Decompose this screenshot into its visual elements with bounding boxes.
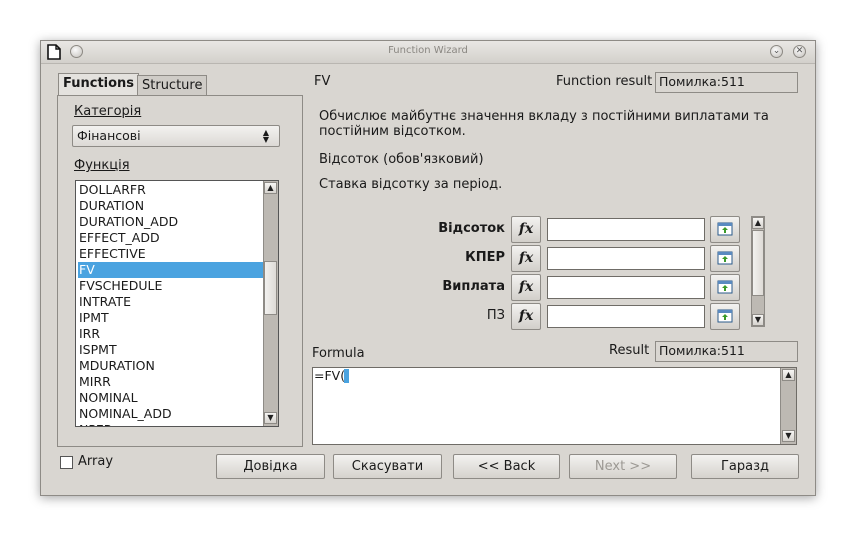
minimize-button[interactable]: ⌄	[770, 45, 783, 58]
fx-button[interactable]: fx	[511, 274, 541, 301]
function-list-item[interactable]: INTRATE	[78, 294, 263, 310]
cursor-highlight	[344, 369, 349, 383]
category-value: Фінансові	[77, 128, 141, 143]
formula-scroll-down-arrow[interactable]: ▼	[782, 430, 795, 442]
function-list-item[interactable]: IRR	[78, 326, 263, 342]
function-list-item[interactable]: DURATION	[78, 198, 263, 214]
fx-button[interactable]: fx	[511, 303, 541, 330]
array-label: Array	[78, 454, 114, 469]
formula-editor[interactable]: =FV() ▲ ▼	[312, 367, 797, 445]
function-list-item[interactable]: DOLLARFR	[78, 182, 263, 198]
tab-functions[interactable]: Functions	[58, 73, 140, 96]
spin-arrows-icon: ▲ ▼	[262, 128, 270, 144]
chevron-down-icon: ⌄	[772, 46, 781, 56]
function-list-scrollbar[interactable]: ▲ ▼	[263, 181, 278, 426]
function-name: FV	[314, 74, 331, 89]
formula-scroll-up-arrow[interactable]: ▲	[782, 369, 795, 381]
title-bar: Function Wizard ⌄ ✕	[41, 41, 815, 64]
params-scroll-down-arrow[interactable]: ▼	[752, 314, 764, 326]
functions-panel: Категорія Фінансові ▲ ▼ Функція DOLLARFR D…	[57, 95, 303, 447]
function-list-item[interactable]: IPMT	[78, 310, 263, 326]
param-label: ПЗ	[486, 308, 505, 323]
shrink-button[interactable]	[710, 216, 740, 243]
window-title: Function Wizard	[388, 45, 468, 56]
function-list-item[interactable]: EFFECTIVE	[78, 246, 263, 262]
cancel-button[interactable]: Скасувати	[333, 454, 442, 479]
function-label: Функція	[74, 158, 130, 173]
scroll-up-arrow[interactable]: ▲	[264, 182, 277, 194]
shrink-icon	[717, 280, 733, 298]
function-list-item[interactable]: FVSCHEDULE	[78, 278, 263, 294]
param-input[interactable]	[547, 247, 705, 270]
function-list-item[interactable]: ISPMT	[78, 342, 263, 358]
function-list-item[interactable]: FV	[78, 262, 263, 278]
param-label: Відсоток	[438, 221, 505, 236]
param-input[interactable]	[547, 305, 705, 328]
param-input[interactable]	[547, 276, 705, 299]
params-scroll-up-arrow[interactable]: ▲	[752, 217, 764, 229]
category-select[interactable]: Фінансові ▲ ▼	[72, 125, 280, 147]
function-wizard-window: Function Wizard ⌄ ✕ Functions Structure …	[40, 40, 816, 496]
fx-button[interactable]: fx	[511, 216, 541, 243]
back-button[interactable]: << Back	[453, 454, 560, 479]
parameter-title: Відсоток (обов'язковий)	[319, 152, 484, 167]
shrink-button[interactable]	[710, 303, 740, 330]
close-button[interactable]: ✕	[793, 45, 806, 58]
shrink-icon	[717, 251, 733, 269]
function-result-label: Function result	[556, 74, 653, 89]
params-scroll-thumb[interactable]	[752, 230, 764, 296]
function-list-item[interactable]: EFFECT_ADD	[78, 230, 263, 246]
ok-button[interactable]: Гаразд	[691, 454, 799, 479]
function-list-item[interactable]: NPER	[78, 422, 263, 426]
shrink-icon	[717, 309, 733, 327]
array-checkbox[interactable]	[60, 456, 73, 469]
function-list-item[interactable]: NOMINAL	[78, 390, 263, 406]
shrink-button[interactable]	[710, 245, 740, 272]
formula-label: Formula	[312, 346, 365, 361]
category-label: Категорія	[74, 104, 142, 119]
param-label: Виплата	[442, 279, 505, 294]
tab-structure[interactable]: Structure	[137, 75, 208, 95]
close-icon: ✕	[795, 46, 804, 56]
function-list-item[interactable]: DURATION_ADD	[78, 214, 263, 230]
next-button[interactable]: Next >>	[569, 454, 677, 479]
help-button[interactable]: Довідка	[216, 454, 325, 479]
formula-scrollbar[interactable]: ▲ ▼	[780, 368, 796, 444]
parameters-scrollbar[interactable]: ▲ ▼	[751, 216, 765, 327]
parameter-description: Ставка відсотку за період.	[319, 177, 503, 192]
result-value: Помилка:511	[655, 341, 798, 362]
param-input[interactable]	[547, 218, 705, 241]
shrink-icon	[717, 222, 733, 240]
result-label: Result	[609, 343, 650, 358]
fx-button[interactable]: fx	[511, 245, 541, 272]
shrink-button[interactable]	[710, 274, 740, 301]
function-description: Обчислює майбутнє значення вкладу з пост…	[319, 109, 769, 139]
scroll-down-arrow[interactable]: ▼	[264, 412, 277, 424]
function-list-item[interactable]: MIRR	[78, 374, 263, 390]
function-list-item[interactable]: MDURATION	[78, 358, 263, 374]
param-label: КПЕР	[465, 250, 505, 265]
scroll-thumb[interactable]	[264, 261, 277, 315]
function-list[interactable]: DOLLARFR DURATION DURATION_ADD EFFECT_ADD EF…	[75, 180, 279, 427]
function-list-item[interactable]: NOMINAL_ADD	[78, 406, 263, 422]
function-result-value: Помилка:511	[655, 72, 798, 93]
